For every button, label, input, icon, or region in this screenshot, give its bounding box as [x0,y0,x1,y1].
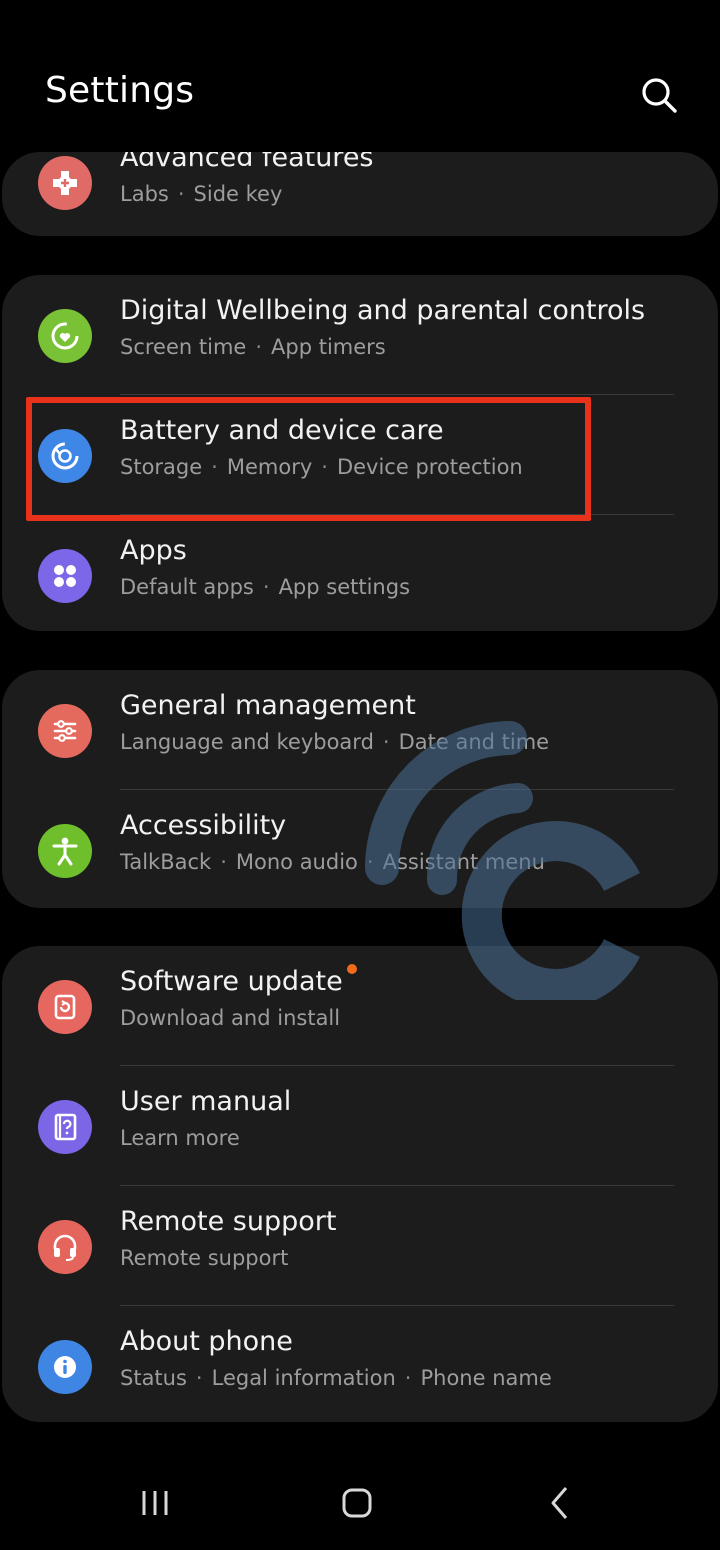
separator-dot: · [177,182,185,206]
item-subtitle: Language and keyboard · Date and time [120,730,549,754]
separator-dot: · [262,575,270,599]
subtitle-part: Legal information [211,1366,396,1390]
settings-card-system: General management Language and keyboard… [2,670,718,908]
settings-item-accessibility[interactable]: Accessibility TalkBack · Mono audio · Assist… [2,790,718,908]
subtitle-part: Phone name [420,1366,552,1390]
item-subtitle: Learn more [120,1126,240,1150]
item-subtitle: Default apps · App settings [120,575,410,599]
puzzle-plus-icon [38,156,92,210]
highlight-box [26,397,591,521]
separator-dot: · [195,1366,203,1390]
separator-dot: · [404,1366,412,1390]
sliders-icon [38,704,92,758]
settings-item-software-update[interactable]: Software update Download and install [2,946,718,1066]
item-title: Advanced features [120,152,374,173]
home-button[interactable] [327,1478,387,1528]
separator-dot: · [220,850,227,874]
settings-item-apps[interactable]: Apps Default apps · App settings [2,515,718,631]
notification-dot [346,964,357,974]
settings-item-remote-support[interactable]: Remote support Remote support [2,1186,718,1306]
settings-item-digital-wellbeing[interactable]: Digital Wellbeing and parental controls … [2,275,718,395]
item-title: Remote support [120,1206,337,1237]
subtitle-part: Default apps [120,575,254,599]
item-subtitle: Labs · Side key [120,182,282,206]
subtitle-part: Side key [193,182,283,206]
settings-item-general-management[interactable]: General management Language and keyboard… [2,670,718,790]
subtitle-part: Assistant menu [382,850,545,874]
settings-card-support: Software update Download and install Use… [2,946,718,1422]
separator-dot: · [255,335,263,359]
item-title-text: Software update [120,966,343,997]
page-title: Settings [45,70,195,111]
item-title: User manual [120,1086,292,1117]
separator-dot: · [382,730,390,754]
item-title: About phone [120,1326,293,1357]
item-subtitle: Remote support [120,1246,288,1270]
item-title: Apps [120,535,187,566]
subtitle-part: Screen time [120,335,247,359]
info-icon [38,1340,92,1394]
recents-button[interactable] [125,1478,185,1528]
item-title: General management [120,690,416,721]
item-subtitle: Status · Legal information · Phone name [120,1366,552,1390]
subtitle-part: Download and install [120,1006,341,1030]
subtitle-part: Date and time [398,730,550,754]
item-subtitle: Download and install [120,1006,340,1030]
subtitle-part: App settings [278,575,411,599]
app-header: Settings [0,0,720,150]
item-subtitle: TalkBack · Mono audio · Assistant menu [120,850,545,874]
apps-grid-icon [38,549,92,603]
settings-item-advanced-features[interactable]: Advanced features Labs · Side key [2,152,718,236]
settings-screen: Settings Advanced features Labs · Side key [0,0,720,1550]
back-button[interactable] [530,1478,590,1528]
item-title: Digital Wellbeing and parental controls [120,295,646,326]
subtitle-part: TalkBack [120,850,212,874]
settings-card-advanced: Advanced features Labs · Side key [2,152,718,236]
headset-icon [38,1220,92,1274]
wellbeing-heart-icon [38,309,92,363]
subtitle-part: Mono audio [235,850,358,874]
item-title: Accessibility [120,810,287,841]
settings-item-user-manual[interactable]: User manual Learn more [2,1066,718,1186]
subtitle-part: Remote support [120,1246,289,1270]
back-icon [551,1487,568,1519]
subtitle-part: Labs [120,182,169,206]
navigation-bar [0,1450,720,1550]
accessibility-person-icon [38,824,92,878]
separator-dot: · [366,850,374,874]
item-subtitle: Screen time · App timers [120,335,386,359]
home-icon [342,1488,372,1518]
subtitle-part: Status [120,1366,187,1390]
software-update-icon [38,980,92,1034]
subtitle-part: Language and keyboard [120,730,374,754]
manual-question-icon [38,1100,92,1154]
recents-icon [142,1491,168,1515]
subtitle-part: Learn more [120,1126,240,1150]
search-icon [642,78,677,113]
search-button[interactable] [636,72,682,118]
item-title: Software update [120,964,357,997]
subtitle-part: App timers [271,335,386,359]
settings-item-about-phone[interactable]: About phone Status · Legal information · Pho… [2,1306,718,1422]
